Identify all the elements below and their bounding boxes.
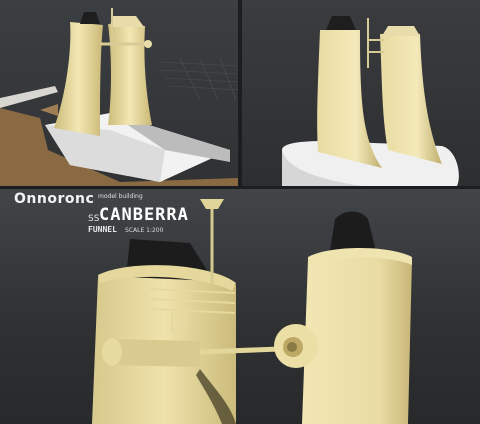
funnel-render-3d-bottom [92, 199, 412, 424]
panel-divider-vertical [238, 0, 242, 186]
title-ship-name: CANBERRA [99, 205, 189, 225]
render-view-top-left [0, 0, 238, 186]
brand-logo: Onnoronc [14, 191, 95, 207]
title-scale: SCALE 1:200 [125, 227, 164, 234]
brand-subtitle: model building [98, 193, 143, 200]
title-part: FUNNEL [88, 225, 117, 234]
funnel-render-3d-top-left [0, 8, 238, 186]
funnel-render-3d-top-right [282, 16, 459, 186]
render-view-bottom [0, 189, 480, 424]
render-view-top-right [242, 0, 480, 186]
title-prefix: SS [88, 214, 100, 224]
